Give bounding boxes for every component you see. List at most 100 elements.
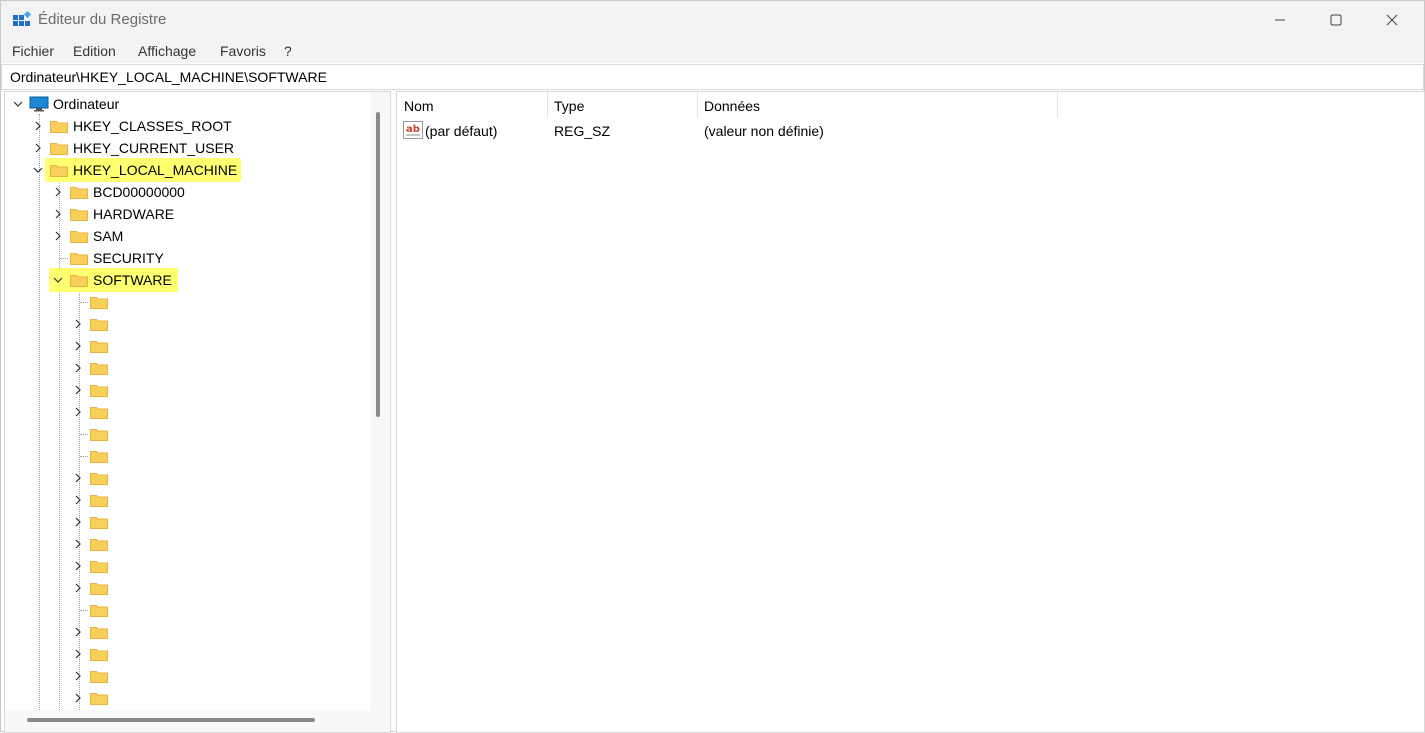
tree-item-software-subkey[interactable] <box>5 357 365 379</box>
tree-item-software-subkey[interactable] <box>5 379 365 401</box>
folder-icon <box>70 253 88 265</box>
vertical-scrollbar-track[interactable] <box>370 92 390 732</box>
close-icon <box>1386 14 1398 26</box>
tree-item-hkey-local-machine[interactable]: HKEY_LOCAL_MACHINE <box>5 159 365 181</box>
tree-item-software-subkey[interactable] <box>5 643 365 665</box>
chevron-right-icon[interactable] <box>73 319 83 329</box>
tree-item-software-subkey[interactable] <box>5 423 365 445</box>
chevron-right-icon[interactable] <box>73 495 83 505</box>
tree-item-label: BCD00000000 <box>93 184 185 200</box>
values-pane[interactable]: Nom Type Données ab (par défaut) REG_SZ … <box>396 91 1425 733</box>
minimize-button[interactable] <box>1252 1 1308 39</box>
menu-edition[interactable]: Edition <box>73 43 116 59</box>
folder-open-icon <box>70 275 88 287</box>
address-bar[interactable]: Ordinateur\HKEY_LOCAL_MACHINE\SOFTWARE <box>1 64 1424 90</box>
maximize-icon <box>1330 14 1342 26</box>
address-path[interactable]: Ordinateur\HKEY_LOCAL_MACHINE\SOFTWARE <box>10 69 327 85</box>
menu-help[interactable]: ? <box>284 43 292 59</box>
chevron-down-icon[interactable] <box>33 165 43 175</box>
tree-item-software-subkey[interactable] <box>5 401 365 423</box>
folder-icon <box>90 627 108 639</box>
tree-item-software-subkey[interactable] <box>5 599 365 621</box>
value-name: (par défaut) <box>425 123 498 139</box>
chevron-down-icon[interactable] <box>13 99 23 109</box>
chevron-right-icon[interactable] <box>73 693 83 703</box>
chevron-right-icon[interactable] <box>73 583 83 593</box>
tree-item-software-subkey[interactable] <box>5 489 365 511</box>
value-type: REG_SZ <box>554 123 611 139</box>
column-header-label: Nom <box>404 98 434 114</box>
chevron-right-icon[interactable] <box>73 363 83 373</box>
tree-item-sam[interactable]: SAM <box>5 225 365 247</box>
chevron-right-icon[interactable] <box>73 341 83 351</box>
folder-icon <box>90 649 108 661</box>
column-header-nom[interactable]: Nom <box>397 92 548 118</box>
chevron-right-icon[interactable] <box>73 561 83 571</box>
tree-item-label: HKEY_LOCAL_MACHINE <box>73 162 238 178</box>
chevron-right-icon[interactable] <box>73 385 83 395</box>
tree-item-software-subkey[interactable] <box>5 445 365 467</box>
vertical-scrollbar-thumb[interactable] <box>376 112 380 417</box>
chevron-right-icon[interactable] <box>73 517 83 527</box>
folder-icon <box>50 143 68 155</box>
menu-affichage[interactable]: Affichage <box>138 43 196 59</box>
menu-favoris[interactable]: Favoris <box>220 43 266 59</box>
horizontal-scrollbar-thumb[interactable] <box>27 718 315 722</box>
tree-item-software-subkey[interactable] <box>5 511 365 533</box>
tree-item-security[interactable]: SECURITY <box>5 247 365 269</box>
tree-connector <box>80 610 88 611</box>
tree-item-software-subkey[interactable] <box>5 577 365 599</box>
tree-item-hkey-classes-root[interactable]: HKEY_CLASSES_ROOT <box>5 115 365 137</box>
tree-item-software[interactable]: SOFTWARE <box>5 269 365 291</box>
chevron-right-icon[interactable] <box>33 121 43 131</box>
tree-connector <box>60 258 68 259</box>
folder-icon <box>90 693 108 705</box>
tree-connector <box>80 434 88 435</box>
svg-text:ab: ab <box>406 124 420 135</box>
close-button[interactable] <box>1364 1 1420 39</box>
column-header-label: Type <box>554 98 585 114</box>
chevron-right-icon[interactable] <box>73 649 83 659</box>
tree-item-software-subkey[interactable] <box>5 621 365 643</box>
tree-item-software-subkey[interactable] <box>5 313 365 335</box>
folder-icon <box>90 495 108 507</box>
menu-fichier[interactable]: Fichier <box>12 43 54 59</box>
tree-item-bcd00000000[interactable]: BCD00000000 <box>5 181 365 203</box>
tree-item-software-subkey[interactable] <box>5 665 365 687</box>
folder-icon <box>90 583 108 595</box>
chevron-right-icon[interactable] <box>73 671 83 681</box>
chevron-right-icon[interactable] <box>33 143 43 153</box>
folder-icon <box>90 385 108 397</box>
column-header-donnees[interactable]: Données <box>697 92 1058 118</box>
chevron-down-icon[interactable] <box>53 275 63 285</box>
tree-item-software-subkey[interactable] <box>5 335 365 357</box>
tree-item-software-subkey[interactable] <box>5 533 365 555</box>
key-tree-pane[interactable]: Ordinateur HKEY_CLASSES_ROOT HKEY_CURREN… <box>4 91 391 733</box>
column-header-type[interactable]: Type <box>547 92 698 118</box>
tree-item-software-subkey[interactable] <box>5 555 365 577</box>
tree-item-hardware[interactable]: HARDWARE <box>5 203 365 225</box>
value-data: (valeur non définie) <box>704 123 824 139</box>
chevron-right-icon[interactable] <box>53 209 63 219</box>
tree-item-label: HARDWARE <box>93 206 175 222</box>
folder-icon <box>90 451 108 463</box>
tree-item-software-subkey[interactable] <box>5 467 365 489</box>
table-row[interactable]: ab (par défaut) REG_SZ (valeur non défin… <box>397 120 1397 142</box>
folder-icon <box>90 429 108 441</box>
tree-item-ordinateur[interactable]: Ordinateur <box>5 93 365 115</box>
chevron-right-icon[interactable] <box>73 473 83 483</box>
tree-item-label: SAM <box>93 228 124 244</box>
tree-item-software-subkey[interactable] <box>5 291 365 313</box>
chevron-right-icon[interactable] <box>73 627 83 637</box>
chevron-right-icon[interactable] <box>53 187 63 197</box>
maximize-button[interactable] <box>1308 1 1364 39</box>
chevron-right-icon[interactable] <box>53 231 63 241</box>
title-bar[interactable]: Éditeur du Registre <box>1 1 1424 39</box>
column-header-label: Données <box>704 98 761 114</box>
chevron-right-icon[interactable] <box>73 539 83 549</box>
tree-item-software-subkey[interactable] <box>5 687 365 709</box>
tree-connector <box>80 302 88 303</box>
menu-bar: Fichier Edition Affichage Favoris ? <box>1 39 1424 63</box>
tree-item-hkey-current-user[interactable]: HKEY_CURRENT_USER <box>5 137 365 159</box>
chevron-right-icon[interactable] <box>73 407 83 417</box>
